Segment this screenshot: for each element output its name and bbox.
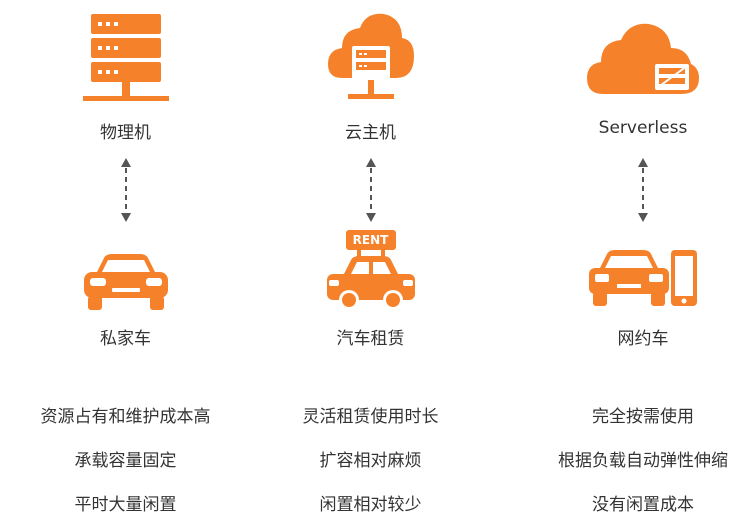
- description-line: 承载容量固定: [74, 451, 177, 471]
- description-line: 没有闲置成本: [592, 495, 694, 515]
- column-serverless: Serverless 网约车 完全按需使用 根据负载自动弹性伸缩 没有闲置成本: [533, 0, 753, 519]
- column-cloud-host: 云主机 RENT 汽车租赁 灵活租赁使用时长 扩容相对麻烦 闲置相对较少: [245, 0, 496, 519]
- physical-machine-label: 物理机: [100, 123, 151, 143]
- cloud-host-label: 云主机: [345, 123, 396, 143]
- description-line: 资源占有和维护成本高: [40, 407, 211, 427]
- double-arrow-icon: [365, 158, 376, 222]
- description-line: 根据负载自动弹性伸缩: [558, 451, 728, 471]
- cloud-serverless-icon: [587, 23, 699, 94]
- car-icon: [83, 254, 168, 310]
- rent-sign: RENT: [345, 230, 396, 250]
- column-physical-machine: 物理机 私家车 资源占有和维护成本高 承载容量固定 平时大量闲置: [0, 0, 251, 519]
- private-car-label: 私家车: [100, 329, 151, 349]
- car-phone-icon: [589, 250, 697, 306]
- serverless-label: Serverless: [598, 118, 688, 138]
- cloud-server-icon: [327, 13, 414, 99]
- double-arrow-icon: [120, 158, 131, 222]
- description-line: 完全按需使用: [592, 407, 694, 427]
- description-line: 灵活租赁使用时长: [302, 407, 439, 427]
- double-arrow-icon: [638, 158, 648, 222]
- rent-car-icon: RENT: [323, 230, 419, 314]
- ride-hailing-label: 网约车: [617, 329, 669, 349]
- description-line: 平时大量闲置: [74, 495, 177, 515]
- description-line: 闲置相对较少: [319, 495, 422, 515]
- description-line: 扩容相对麻烦: [319, 451, 422, 471]
- car-rental-label: 汽车租赁: [336, 329, 405, 349]
- server-rack-icon: [82, 14, 169, 101]
